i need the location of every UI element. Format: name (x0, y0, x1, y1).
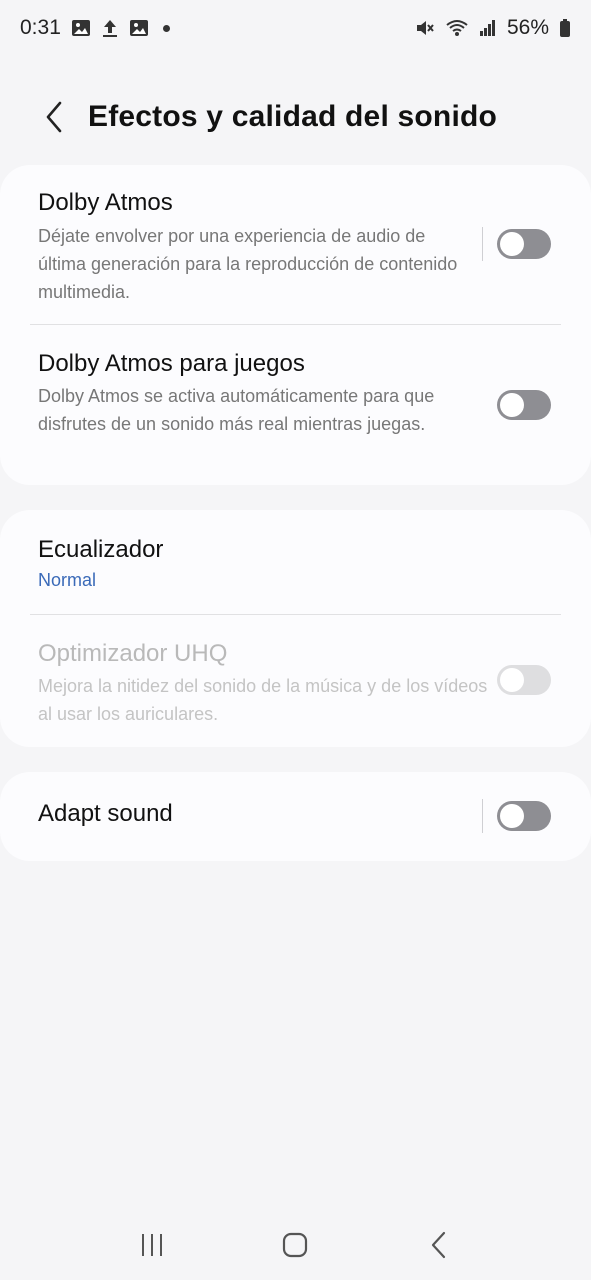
home-button[interactable] (265, 1220, 325, 1270)
status-bar: 0:31 56% (0, 0, 591, 56)
clock: 0:31 (20, 16, 61, 39)
vertical-separator (482, 227, 483, 261)
adapt-sound-toggle[interactable] (497, 801, 551, 831)
recent-apps-button[interactable] (122, 1220, 182, 1270)
equalizer-row[interactable]: Ecualizador Normal (0, 510, 591, 615)
dolby-atmos-row[interactable]: Dolby Atmos Déjate envolver por una expe… (0, 165, 591, 325)
uhq-optimizer-title: Optimizador UHQ (38, 640, 228, 667)
vertical-separator (482, 799, 483, 833)
toggle-knob (500, 232, 524, 256)
upload-icon (101, 18, 119, 38)
toggle-knob (500, 393, 524, 417)
uhq-optimizer-row: Optimizador UHQ Mejora la nitidez del so… (0, 615, 591, 747)
adapt-sound-title: Adapt sound (38, 800, 173, 827)
equalizer-value: Normal (38, 570, 97, 590)
battery-percent: 56% (506, 16, 549, 39)
adapt-sound-row[interactable]: Adapt sound (0, 772, 591, 861)
navigation-bar (0, 1210, 591, 1280)
app-header: Efectos y calidad del sonido (0, 90, 591, 144)
dolby-games-toggle[interactable] (497, 390, 551, 420)
equalizer-title: Ecualizador (38, 536, 164, 563)
adapt-sound-card: Adapt sound (0, 772, 591, 861)
status-right: 56% (415, 16, 571, 40)
back-button[interactable] (24, 90, 84, 144)
image-icon (129, 18, 149, 38)
signal-icon (479, 18, 497, 38)
dolby-atmos-title: Dolby Atmos (38, 189, 173, 216)
battery-icon (559, 18, 571, 38)
dolby-games-row[interactable]: Dolby Atmos para juegos Dolby Atmos se a… (0, 325, 591, 485)
dolby-atmos-toggle[interactable] (497, 229, 551, 259)
wifi-icon (445, 18, 469, 38)
status-left: 0:31 (20, 16, 170, 40)
home-icon (283, 1232, 308, 1258)
toggle-knob (500, 668, 524, 692)
dolby-atmos-description: Déjate envolver por una experiencia de a… (38, 226, 458, 302)
dolby-games-title: Dolby Atmos para juegos (38, 350, 305, 377)
mute-icon (415, 18, 435, 38)
toggle-knob (500, 804, 524, 828)
uhq-optimizer-toggle (497, 665, 551, 695)
recent-apps-icon (141, 1234, 162, 1256)
back-icon (432, 1231, 446, 1259)
back-nav-button[interactable] (409, 1220, 469, 1270)
page-title: Efectos y calidad del sonido (88, 100, 498, 133)
dolby-card: Dolby Atmos Déjate envolver por una expe… (0, 165, 591, 485)
chevron-left-icon (46, 101, 62, 133)
equalizer-card: Ecualizador Normal Optimizador UHQ Mejor… (0, 510, 591, 747)
dolby-games-description: Dolby Atmos se activa automáticamente pa… (38, 386, 435, 434)
notification-dot (162, 24, 170, 32)
image-icon (71, 18, 91, 38)
uhq-optimizer-description: Mejora la nitidez del sonido de la músic… (38, 676, 488, 724)
